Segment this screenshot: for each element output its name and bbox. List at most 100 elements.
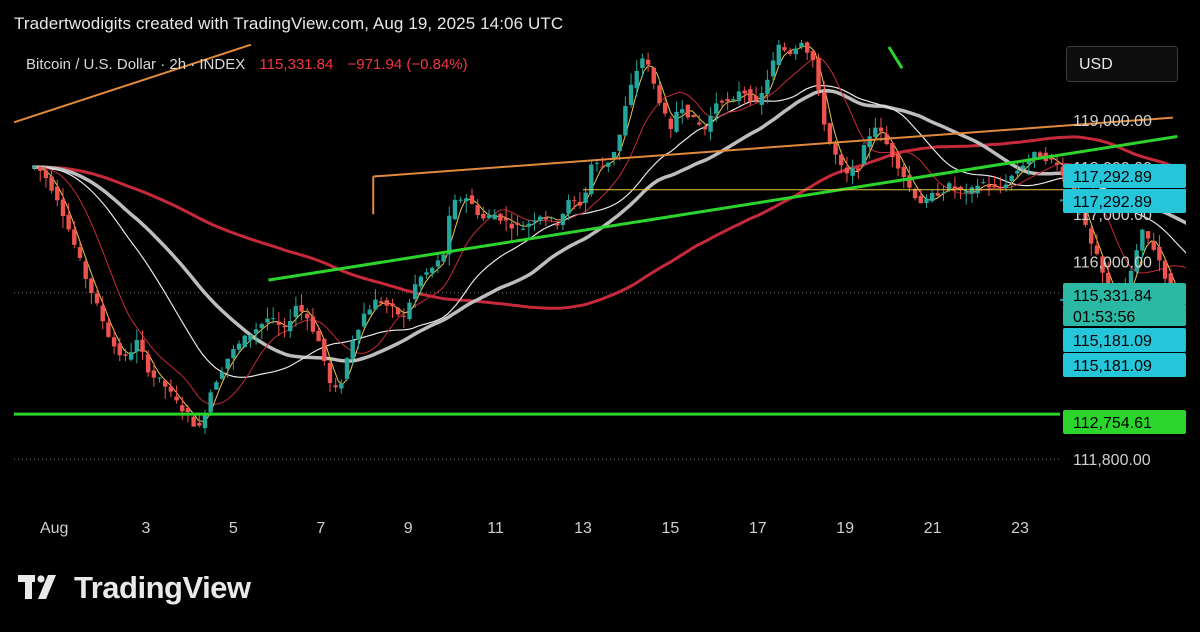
- candle-body: [225, 358, 230, 369]
- y-tick-label: 111,800.00: [1073, 452, 1151, 469]
- candle-body: [793, 48, 799, 55]
- price-tag-label: 112,754.61: [1073, 415, 1152, 432]
- candle-body: [452, 199, 458, 220]
- candle-body: [236, 343, 242, 350]
- candle-body: [356, 329, 361, 340]
- candle-body: [231, 348, 236, 359]
- last-price: 115,331.84: [259, 56, 334, 73]
- candle-body: [486, 215, 492, 219]
- candle-body: [395, 307, 401, 315]
- candle-body: [600, 166, 605, 168]
- candle-body: [924, 198, 929, 204]
- candle-body: [856, 168, 861, 171]
- candle-body: [106, 322, 111, 337]
- price-tag-label: 115,331.84: [1073, 288, 1152, 305]
- candle-body: [776, 44, 781, 65]
- footer-brand: TradingView: [18, 570, 251, 606]
- candle-body: [674, 111, 679, 132]
- candle-body: [1054, 162, 1060, 165]
- candle-body: [981, 182, 986, 184]
- candle-body: [946, 183, 952, 190]
- candle-body: [310, 316, 316, 332]
- candle-body: [850, 168, 855, 176]
- candle-body: [998, 186, 1003, 189]
- candle-body: [1094, 245, 1100, 254]
- candle-body: [435, 260, 441, 267]
- candle-body: [481, 213, 486, 219]
- candle-body: [867, 136, 872, 148]
- candle-body: [390, 303, 395, 307]
- candle-body: [1089, 228, 1094, 244]
- candle-body: [111, 337, 117, 347]
- candle-body: [327, 362, 333, 384]
- candle-body: [566, 200, 571, 214]
- candle-body: [503, 218, 509, 221]
- price-tag-label: 01:53:56: [1073, 309, 1135, 326]
- candle-body: [373, 299, 378, 310]
- candle-body: [572, 200, 577, 202]
- candle-body: [174, 396, 179, 401]
- candle-body: [367, 309, 372, 315]
- candle-body: [43, 170, 49, 178]
- candle-body: [293, 305, 299, 317]
- candle-body: [520, 228, 526, 230]
- candle-body: [157, 377, 162, 379]
- candle-body: [543, 217, 549, 220]
- candle-body: [1015, 170, 1020, 174]
- candle-body: [1020, 165, 1026, 170]
- candle-body: [634, 70, 639, 89]
- green-trendline-fragment: [887, 46, 904, 69]
- candle-body: [1037, 152, 1043, 157]
- candle-body: [418, 276, 424, 287]
- candle-body: [83, 261, 88, 279]
- x-tick-label: Aug: [40, 520, 68, 537]
- x-tick-label: 13: [574, 520, 592, 537]
- candle-body: [270, 318, 276, 320]
- candle-body: [492, 214, 497, 220]
- candle-body: [759, 93, 764, 105]
- candle-body: [708, 115, 713, 132]
- candle-body: [878, 127, 884, 132]
- candle-body: [49, 176, 54, 191]
- candle-body: [401, 315, 407, 317]
- chart-panel[interactable]: 119,000.00118,000.00117,000.00116,000.00…: [14, 40, 1186, 545]
- candle-body: [219, 371, 225, 379]
- price-tag-label: 115,181.09: [1073, 358, 1152, 375]
- candle-body: [248, 334, 253, 341]
- candle-body: [861, 145, 867, 165]
- candle-body: [1145, 231, 1151, 239]
- price-tag-label: 117,292.89: [1073, 194, 1152, 211]
- x-tick-label: 19: [836, 520, 854, 537]
- candle-body: [123, 354, 128, 356]
- candle-body: [185, 407, 191, 413]
- candle-body: [1140, 229, 1145, 251]
- candle-body: [407, 302, 412, 320]
- price-chart[interactable]: 119,000.00118,000.00117,000.00116,000.00…: [14, 40, 1186, 545]
- candle-body: [458, 199, 463, 201]
- candle-body: [469, 195, 475, 204]
- candle-body: [941, 192, 946, 194]
- candle-body: [339, 383, 344, 389]
- candle-body: [918, 195, 923, 204]
- candle-body: [827, 123, 833, 144]
- candle-body: [799, 42, 804, 47]
- candle-body: [117, 343, 122, 356]
- symbol-legend[interactable]: Bitcoin / U.S. Dollar · 2h · INDEX 115,3…: [26, 56, 468, 73]
- candle-body: [594, 162, 600, 164]
- candle-body: [180, 405, 185, 412]
- candle-body: [299, 305, 304, 312]
- candle-body: [623, 106, 628, 136]
- candle-body: [679, 109, 685, 114]
- candle-body: [134, 339, 140, 352]
- candle-body: [128, 352, 134, 360]
- candle-body: [964, 191, 969, 193]
- symbol-name[interactable]: Bitcoin / U.S. Dollar · 2h · INDEX: [26, 56, 245, 73]
- candle-body: [873, 127, 878, 137]
- currency-button[interactable]: USD: [1066, 46, 1178, 82]
- candle-body: [498, 213, 503, 221]
- candle-body: [1151, 241, 1156, 250]
- candle-body: [100, 305, 105, 322]
- y-tick-label: 116,000.00: [1073, 254, 1152, 271]
- candle-body: [844, 167, 850, 174]
- candle-body: [753, 96, 759, 101]
